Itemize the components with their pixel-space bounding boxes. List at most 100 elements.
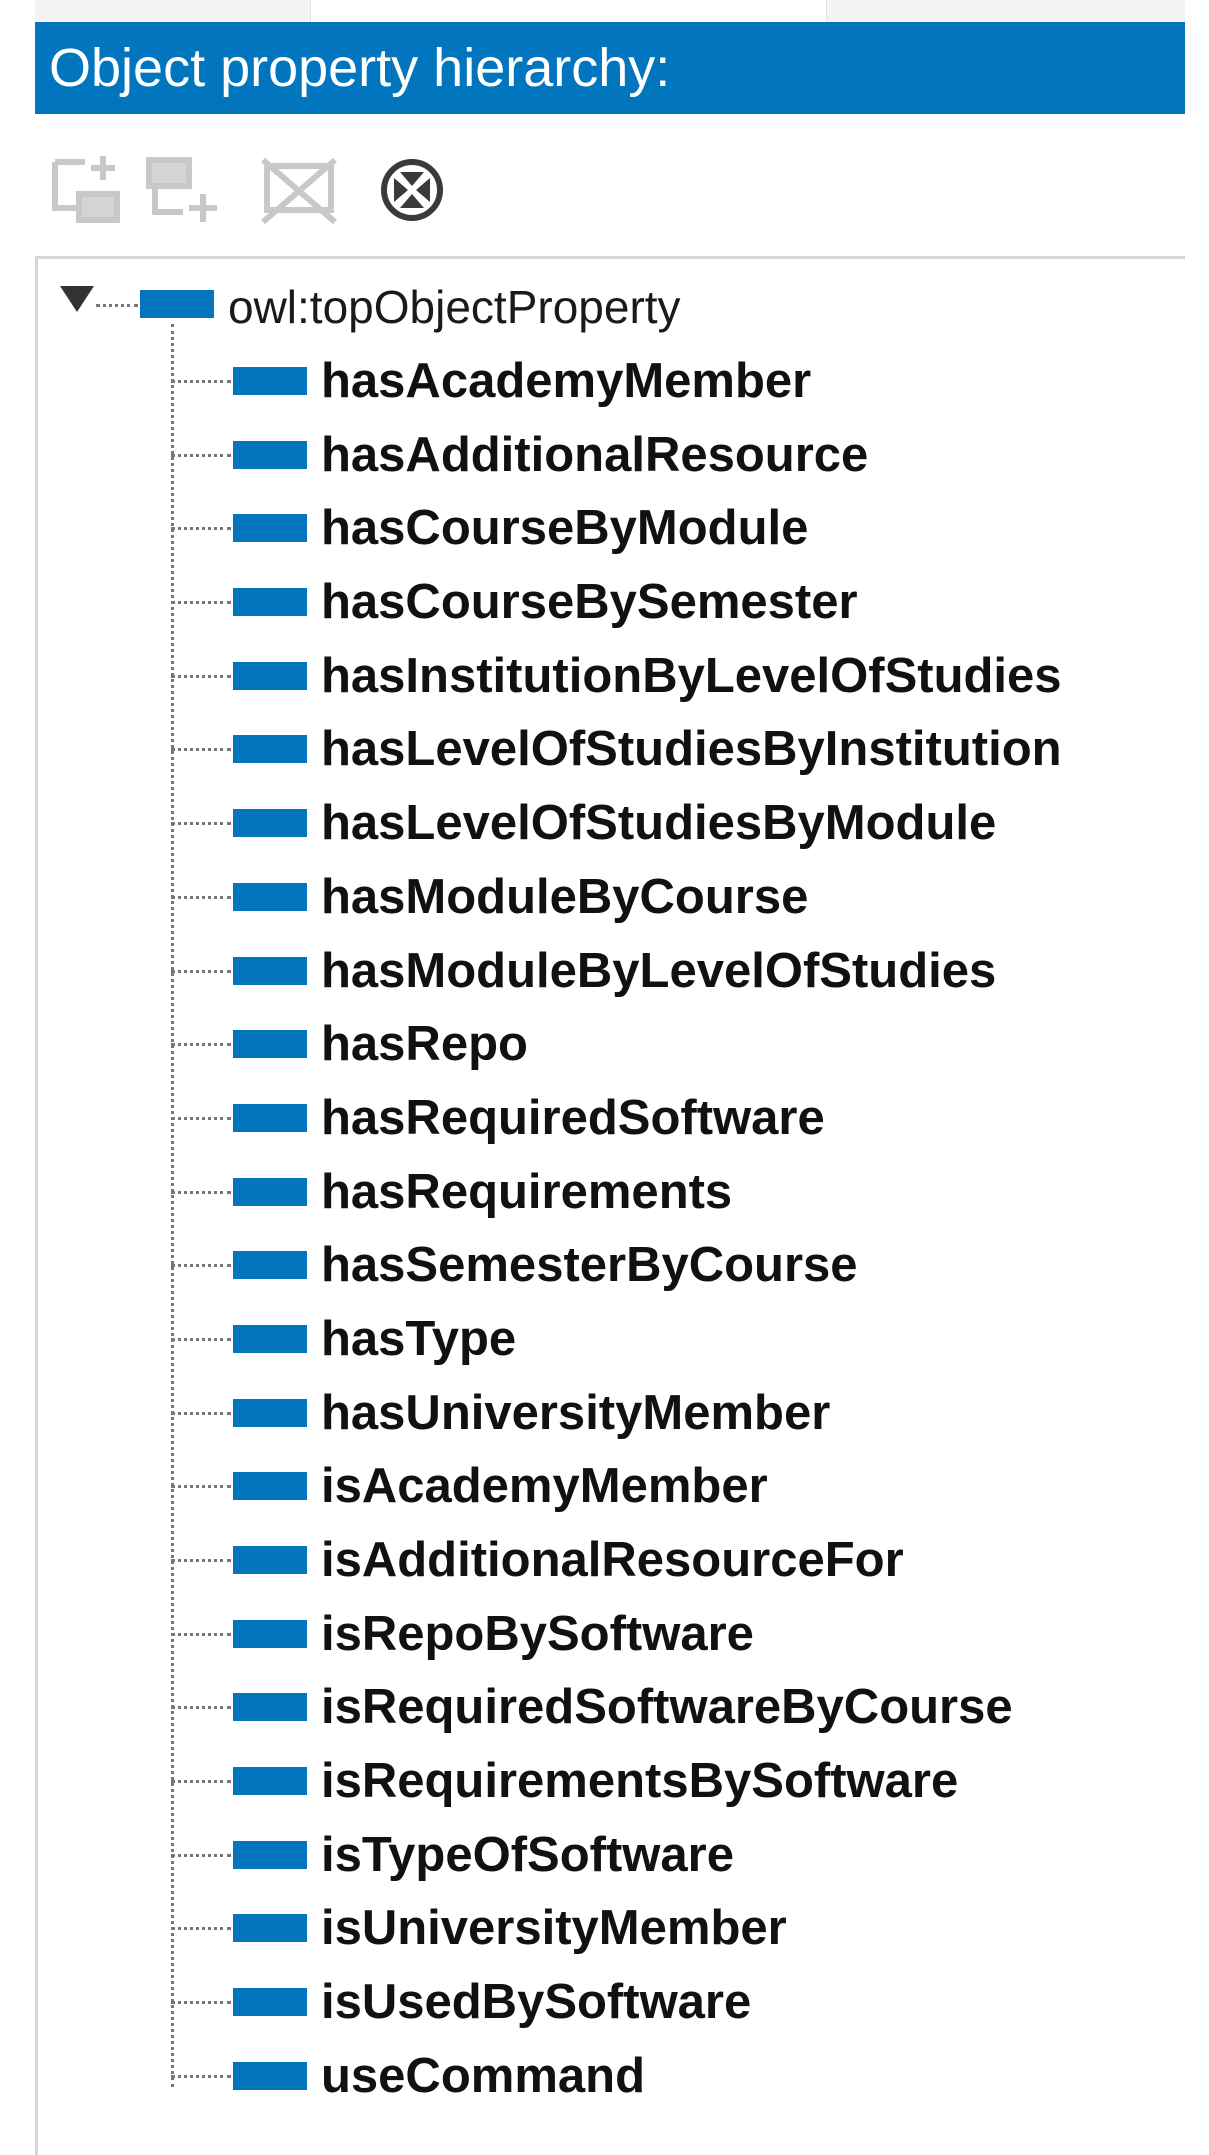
tree-node-label: isAcademyMember: [321, 1459, 768, 1514]
tree-node-label: isTypeOfSoftware: [321, 1827, 734, 1882]
tree-node-label: hasAdditionalResource: [321, 427, 869, 482]
tree-node[interactable]: hasUniversityMember: [171, 1377, 1181, 1451]
tree-node-label: hasLevelOfStudiesByModule: [321, 796, 997, 851]
object-property-icon: [233, 809, 307, 838]
tree-node[interactable]: hasCourseByModule: [171, 492, 1181, 566]
tree-node-label: hasAcademyMember: [321, 354, 812, 408]
tree-node[interactable]: hasLevelOfStudiesByModule: [171, 787, 1181, 861]
object-property-icon: [140, 290, 214, 318]
tree-connector: [171, 748, 231, 752]
root-node-label: owl:topObjectProperty: [228, 281, 681, 333]
tree-node[interactable]: hasModuleByCourse: [171, 861, 1181, 935]
object-property-icon: [233, 1324, 307, 1353]
tree-connector: [171, 527, 231, 531]
tree-node-label: hasUniversityMember: [321, 1385, 831, 1440]
tree-node-label: useCommand: [321, 2048, 646, 2103]
tree-connector: [171, 1485, 231, 1489]
tree-connector: [171, 2074, 231, 2078]
view-tab-strip: [35, 0, 1185, 23]
delete-property-button[interactable]: [257, 150, 341, 230]
tree-connector: [171, 674, 231, 678]
object-property-icon: [233, 1472, 307, 1501]
object-property-icon: [233, 514, 307, 543]
tree-node-label: isRequiredSoftwareByCourse: [321, 1680, 1013, 1735]
tree-connector: [171, 1043, 231, 1047]
object-property-icon: [233, 1767, 307, 1796]
tree-node[interactable]: hasRequiredSoftware: [171, 1082, 1181, 1156]
object-property-hierarchy-panel: Object property hierarchy: owl:topObject…: [0, 0, 1209, 2155]
object-property-icon: [233, 1619, 307, 1648]
tree-node[interactable]: isRequiredSoftwareByCourse: [171, 1671, 1181, 1745]
object-property-icon: [233, 956, 307, 985]
tree-node[interactable]: hasAdditionalResource: [171, 419, 1181, 493]
object-property-icon: [233, 735, 307, 764]
tree-node-label: hasType: [321, 1311, 517, 1366]
tree-connector: [171, 1411, 231, 1415]
tree-node[interactable]: isRepoBySoftware: [171, 1598, 1181, 1672]
tree-connector: [171, 1116, 231, 1120]
tree-connector: [171, 1927, 231, 1931]
child-property-list: hasAcademyMember hasAdditionalResource has…: [171, 345, 1181, 2114]
object-property-icon: [233, 2061, 307, 2090]
tree-node[interactable]: isUniversityMember: [171, 1892, 1181, 1966]
tree-node[interactable]: isAdditionalResourceFor: [171, 1524, 1181, 1598]
tree-node-label: hasCourseBySemester: [321, 575, 858, 630]
tree-connector: [171, 2001, 231, 2005]
object-property-icon: [233, 1398, 307, 1427]
tree-connector: [96, 304, 138, 307]
tree-node-label: hasRequiredSoftware: [321, 1090, 825, 1145]
tree-connector: [171, 1190, 231, 1194]
tree-node-label: hasCourseByModule: [321, 501, 809, 556]
add-sub-property-icon: [52, 156, 120, 223]
tree-connector: [171, 1264, 231, 1268]
active-view-tab[interactable]: [310, 0, 827, 22]
object-property-icon: [233, 1914, 307, 1943]
tree-connector: [171, 453, 231, 457]
tree-node[interactable]: useCommand: [171, 2040, 1181, 2114]
tree-node[interactable]: isUsedBySoftware: [171, 1966, 1181, 2040]
tree-connector: [171, 1853, 231, 1857]
tree-connector: [171, 601, 231, 605]
tree-node-label: isRequirementsBySoftware: [321, 1754, 959, 1809]
target-icon: [381, 159, 443, 221]
tree-node-label: hasModuleByLevelOfStudies: [321, 943, 997, 998]
tree-node[interactable]: isRequirementsBySoftware: [171, 1745, 1181, 1819]
tree-node[interactable]: hasType: [171, 1303, 1181, 1377]
object-property-icon: [233, 588, 307, 617]
tree-node[interactable]: hasInstitutionByLevelOfStudies: [171, 640, 1181, 714]
tree-connector: [171, 1780, 231, 1784]
find-usage-button[interactable]: [370, 150, 454, 230]
object-property-icon: [233, 661, 307, 690]
tree-node[interactable]: hasCourseBySemester: [171, 566, 1181, 640]
object-property-icon: [233, 1988, 307, 2017]
add-sub-property-button[interactable]: [45, 150, 129, 230]
tree-connector: [171, 1632, 231, 1636]
tree-node-label: hasSemesterByCourse: [321, 1238, 858, 1293]
tree-connector: [171, 380, 231, 383]
tree-node-label: isUsedBySoftware: [321, 1975, 752, 2030]
tree-node-label: hasRepo: [321, 1017, 528, 1072]
panel-title: Object property hierarchy:: [35, 22, 1185, 114]
tree-root-node[interactable]: owl:topObjectProperty: [60, 272, 1160, 342]
tree-node[interactable]: hasLevelOfStudiesByInstitution: [171, 713, 1181, 787]
tree-node[interactable]: hasRepo: [171, 1008, 1181, 1082]
object-property-icon: [233, 367, 307, 395]
tree-node[interactable]: hasSemesterByCourse: [171, 1229, 1181, 1303]
tree-node[interactable]: hasAcademyMember: [171, 345, 1181, 419]
add-sibling-property-icon: [146, 157, 217, 222]
tree-node-label: hasLevelOfStudiesByInstitution: [321, 722, 1062, 777]
object-property-icon: [233, 1177, 307, 1206]
tree-node-label: hasModuleByCourse: [321, 869, 809, 924]
tree-node-label: hasRequirements: [321, 1164, 733, 1219]
tree-node-label: isRepoBySoftware: [321, 1606, 754, 1661]
tree-connector: [171, 969, 231, 973]
collapse-triangle-icon[interactable]: [60, 286, 94, 312]
tree-node[interactable]: isTypeOfSoftware: [171, 1819, 1181, 1893]
tree-node-label: hasInstitutionByLevelOfStudies: [321, 648, 1062, 703]
tree-node[interactable]: hasRequirements: [171, 1156, 1181, 1230]
object-property-icon: [233, 1030, 307, 1059]
object-property-icon: [233, 882, 307, 911]
tree-node[interactable]: isAcademyMember: [171, 1450, 1181, 1524]
tree-node[interactable]: hasModuleByLevelOfStudies: [171, 935, 1181, 1009]
add-sibling-property-button[interactable]: [143, 150, 227, 230]
